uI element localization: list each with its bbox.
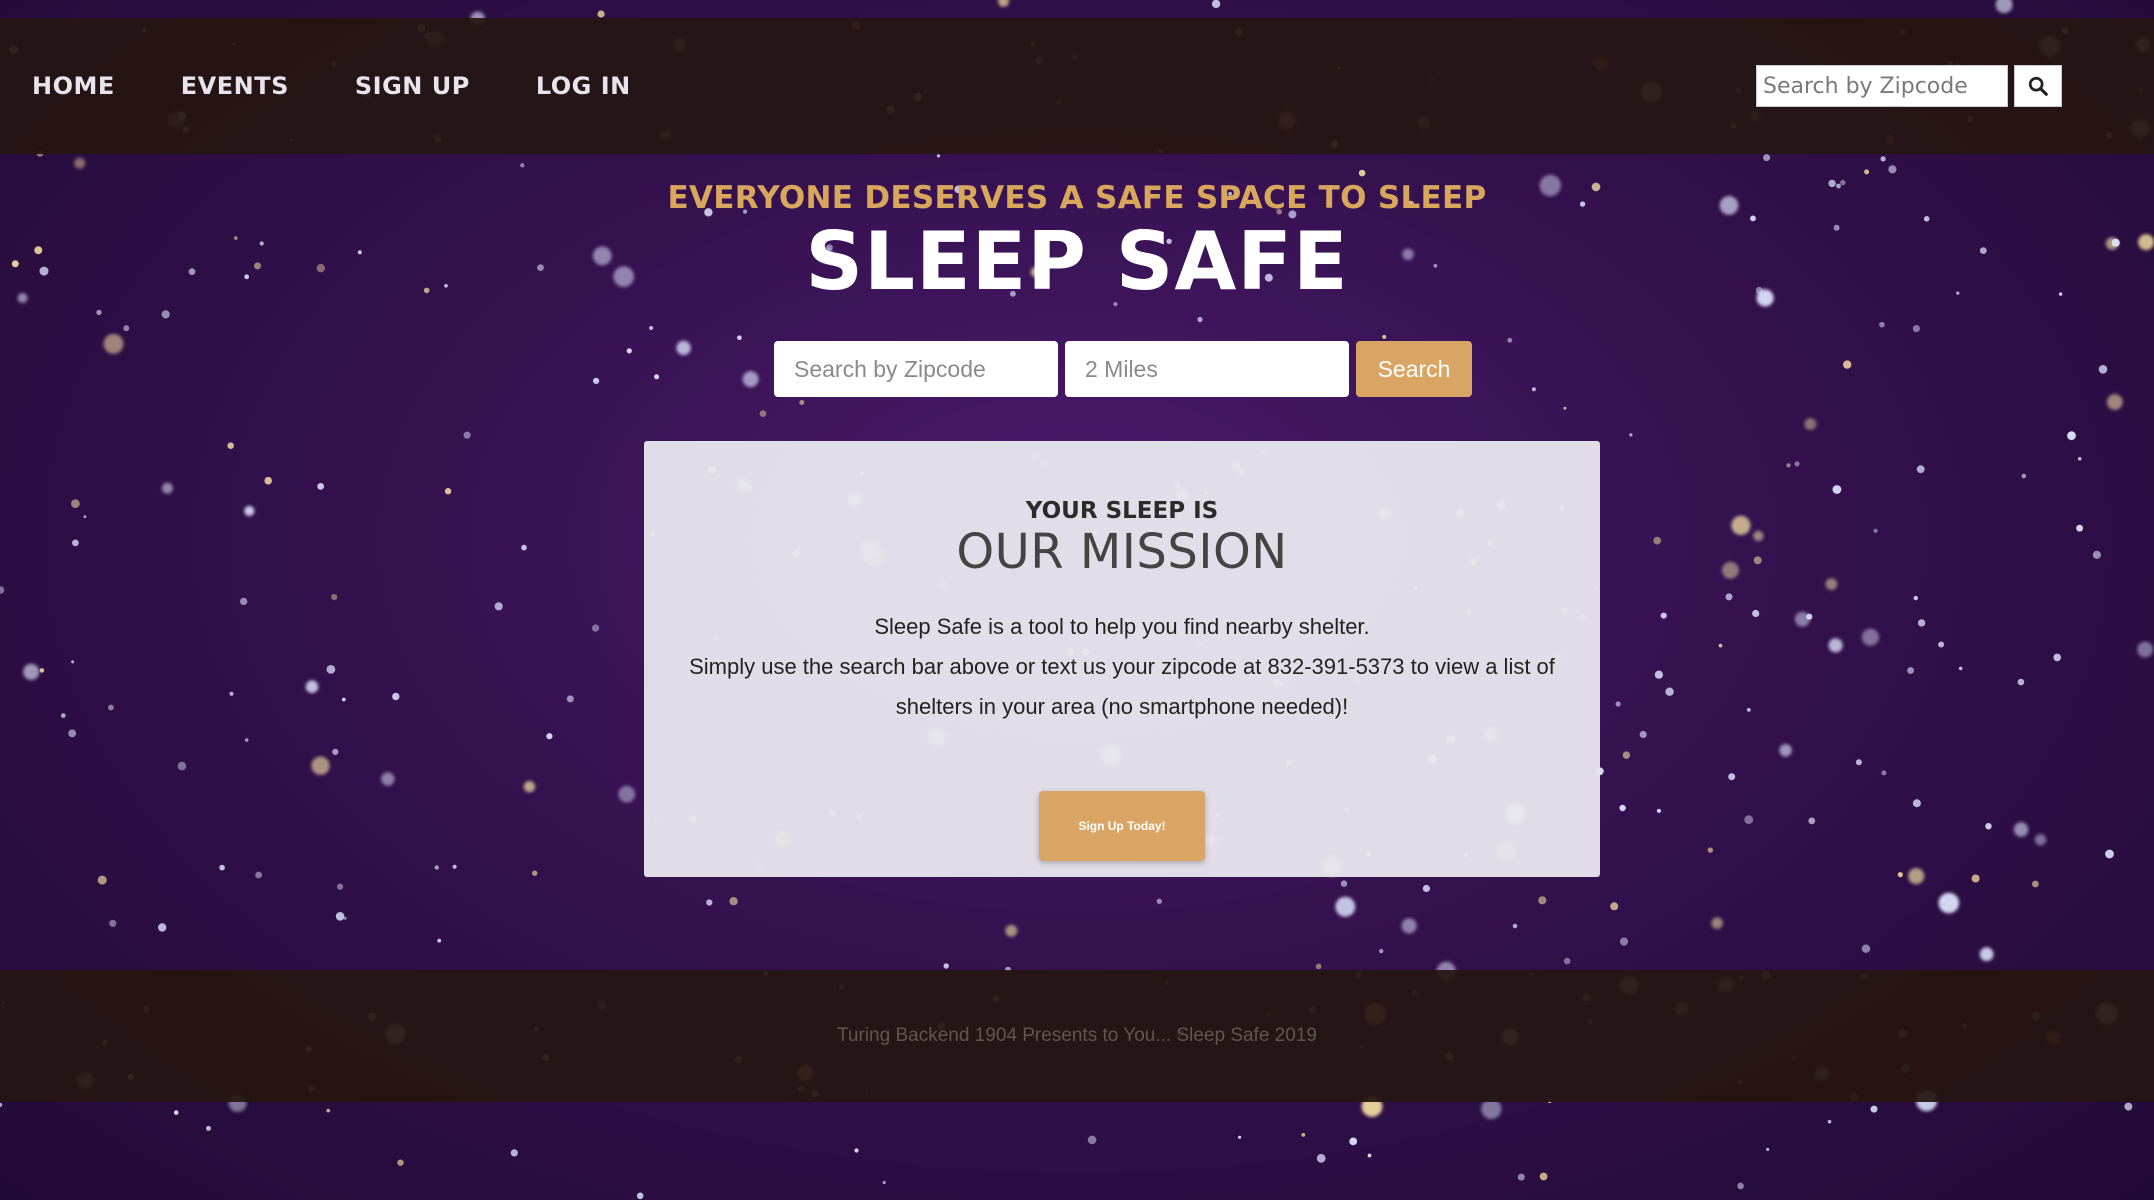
footer-text: Turing Backend 1904 Presents to You... S…	[837, 1025, 1317, 1046]
hero-section: EVERYONE DESERVES A SAFE SPACE TO SLEEP …	[0, 180, 2154, 304]
shelter-search-form: Search	[774, 341, 1472, 397]
miles-radius-input[interactable]	[1065, 341, 1349, 397]
sign-up-today-button[interactable]: Sign Up Today!	[1039, 790, 1205, 861]
mission-kicker: YOUR SLEEP IS	[1025, 498, 1219, 524]
zipcode-search-input[interactable]	[774, 341, 1058, 397]
search-icon	[2028, 76, 2048, 96]
nav-events-link[interactable]: EVENTS	[181, 72, 289, 100]
nav-zipcode-search-input[interactable]	[1756, 65, 2008, 107]
mission-line-1: Sleep Safe is a tool to help you find ne…	[874, 613, 1370, 639]
mission-description: Sleep Safe is a tool to help you find ne…	[672, 607, 1572, 727]
mission-line-2: Simply use the search bar above or text …	[689, 653, 1555, 719]
nav-search-button[interactable]	[2014, 65, 2062, 107]
nav-search-form	[1756, 65, 2062, 107]
nav-login-link[interactable]: LOG IN	[536, 72, 631, 100]
mission-card: YOUR SLEEP IS OUR MISSION Sleep Safe is …	[644, 441, 1600, 877]
nav-signup-link[interactable]: SIGN UP	[355, 72, 470, 100]
nav-home-link[interactable]: HOME	[32, 72, 115, 100]
hero-tagline: EVERYONE DESERVES A SAFE SPACE TO SLEEP	[667, 180, 1487, 216]
top-navbar: HOME EVENTS SIGN UP LOG IN	[0, 18, 2154, 154]
mission-heading: OUR MISSION	[956, 524, 1288, 580]
site-title: SLEEP SAFE	[805, 215, 1349, 308]
nav-links: HOME EVENTS SIGN UP LOG IN	[0, 72, 697, 100]
search-button[interactable]: Search	[1356, 341, 1472, 397]
page-footer: Turing Backend 1904 Presents to You... S…	[0, 970, 2154, 1102]
